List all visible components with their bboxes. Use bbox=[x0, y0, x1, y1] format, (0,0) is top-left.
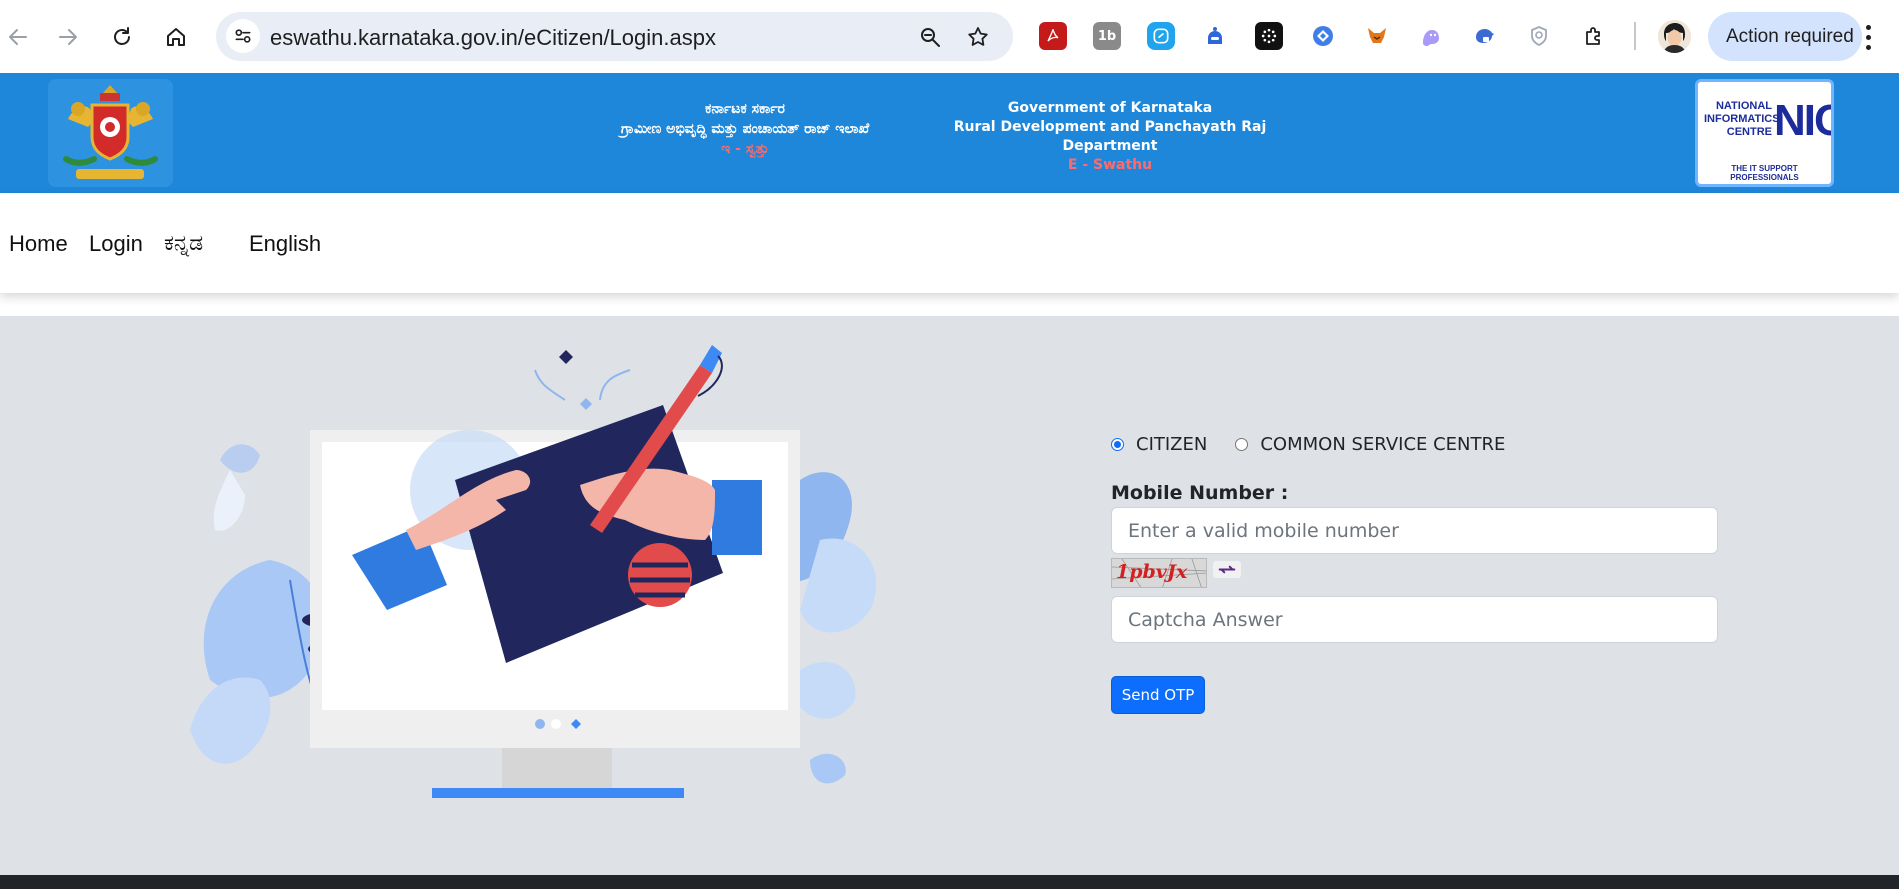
blue-robot-extension-icon[interactable] bbox=[1201, 22, 1229, 50]
fox-extension-icon[interactable] bbox=[1363, 22, 1391, 50]
mobile-number-label: Mobile Number : bbox=[1111, 482, 1289, 504]
header-en-line1: Government of Karnataka bbox=[1007, 100, 1213, 116]
back-button[interactable] bbox=[0, 19, 36, 55]
site-info-button[interactable] bbox=[226, 19, 260, 53]
home-button[interactable] bbox=[158, 19, 194, 55]
captcha-image: 1pbvJx bbox=[1111, 558, 1207, 588]
nav-english[interactable]: English bbox=[249, 231, 321, 257]
home-icon bbox=[167, 28, 185, 46]
ghost-extension-icon[interactable] bbox=[1417, 22, 1445, 50]
user-type-selector: CITIZEN COMMON SERVICE CENTRE bbox=[1111, 432, 1533, 456]
csc-radio-label[interactable]: COMMON SERVICE CENTRE bbox=[1260, 434, 1505, 455]
nic-abbrev: NIC bbox=[1774, 96, 1831, 145]
header-kannada-block: ಕರ್ನಾಟಕ ಸರ್ಕಾರ ಗ್ರಾಮೀಣ ಅಭಿವೃದ್ಧಿ ಮತ್ತು ಪ… bbox=[575, 99, 915, 159]
action-required-button[interactable]: Action required bbox=[1708, 12, 1862, 61]
profile-avatar[interactable] bbox=[1658, 20, 1691, 53]
forward-button[interactable] bbox=[50, 19, 86, 55]
nic-tagline: THE IT SUPPORT PROFESSIONALS bbox=[1730, 164, 1799, 182]
nav-kannada[interactable]: ಕನ್ನಡ bbox=[164, 231, 203, 256]
nav-home[interactable]: Home bbox=[9, 231, 68, 257]
page-footer bbox=[0, 875, 1899, 889]
action-required-label: Action required bbox=[1726, 25, 1854, 47]
citizen-radio[interactable] bbox=[1111, 437, 1124, 451]
black-grid-extension-icon[interactable] bbox=[1255, 22, 1283, 50]
main-navigation: Home Login ಕನ್ನಡ English bbox=[0, 193, 1899, 293]
header-en-line2: Rural Development and Panchayath Raj Dep… bbox=[953, 119, 1267, 154]
browser-toolbar: eswathu.karnataka.gov.in/eCitizen/Login.… bbox=[0, 0, 1899, 73]
nic-name: NATIONAL INFORMATICS CENTRE bbox=[1704, 100, 1780, 138]
forward-arrow-icon bbox=[59, 29, 77, 45]
bookmark-button[interactable] bbox=[964, 23, 992, 51]
blue-diamond-extension-icon[interactable] bbox=[1309, 22, 1337, 50]
url-text[interactable]: eswathu.karnataka.gov.in/eCitizen/Login.… bbox=[270, 25, 716, 51]
1b-extension-icon[interactable]: 1b bbox=[1093, 22, 1121, 50]
captcha-refresh-button[interactable] bbox=[1213, 561, 1241, 578]
site-settings-icon bbox=[235, 29, 251, 43]
refresh-arrows-icon bbox=[1218, 565, 1236, 574]
reload-icon bbox=[114, 27, 130, 45]
toolbar-divider bbox=[1634, 22, 1636, 50]
nic-logo: NATIONAL INFORMATICS CENTRE NIC THE IT S… bbox=[1695, 79, 1834, 187]
zoom-magnifier-icon bbox=[921, 28, 940, 47]
login-illustration bbox=[190, 345, 877, 798]
address-bar[interactable]: eswathu.karnataka.gov.in/eCitizen/Login.… bbox=[216, 12, 1013, 61]
zoom-button[interactable] bbox=[916, 23, 944, 51]
teal-extension-icon[interactable] bbox=[1147, 22, 1175, 50]
mobile-number-input[interactable] bbox=[1111, 507, 1718, 554]
extensions-puzzle-icon[interactable] bbox=[1580, 22, 1608, 50]
header-en-line3: E - Swathu bbox=[1067, 157, 1153, 173]
back-arrow-icon bbox=[9, 29, 27, 45]
nav-login[interactable]: Login bbox=[89, 231, 143, 257]
karnataka-emblem-logo bbox=[48, 79, 173, 187]
header-kn-line3: ಇ - ಸ್ವತ್ತು bbox=[721, 141, 769, 157]
pdf-extension-icon[interactable] bbox=[1039, 22, 1067, 50]
csc-radio[interactable] bbox=[1235, 437, 1249, 451]
header-kn-line1: ಕರ್ನಾಟಕ ಸರ್ಕಾರ bbox=[705, 101, 785, 117]
browser-menu-button[interactable] bbox=[1856, 20, 1880, 54]
header-kn-line2: ಗ್ರಾಮೀಣ ಅಭಿವೃದ್ಧಿ ಮತ್ತು ಪಂಚಾಯತ್ ರಾಜ್ ಇಲಾ… bbox=[620, 121, 870, 137]
site-header: ಕರ್ನಾಟಕ ಸರ್ಕಾರ ಗ್ರಾಮೀಣ ಅಭಿವೃದ್ಧಿ ಮತ್ತು ಪ… bbox=[0, 73, 1899, 193]
shield-extension-icon[interactable] bbox=[1525, 22, 1553, 50]
header-english-block: Government of Karnataka Rural Developmen… bbox=[935, 99, 1285, 175]
captcha-answer-input[interactable] bbox=[1111, 596, 1718, 643]
captcha-text: 1pbvJx bbox=[1116, 561, 1188, 583]
star-icon bbox=[968, 27, 988, 46]
send-otp-button[interactable]: Send OTP bbox=[1111, 676, 1205, 714]
shield-lock-extension-icon[interactable] bbox=[1471, 22, 1499, 50]
citizen-radio-label[interactable]: CITIZEN bbox=[1136, 434, 1207, 455]
reload-button[interactable] bbox=[104, 19, 140, 55]
